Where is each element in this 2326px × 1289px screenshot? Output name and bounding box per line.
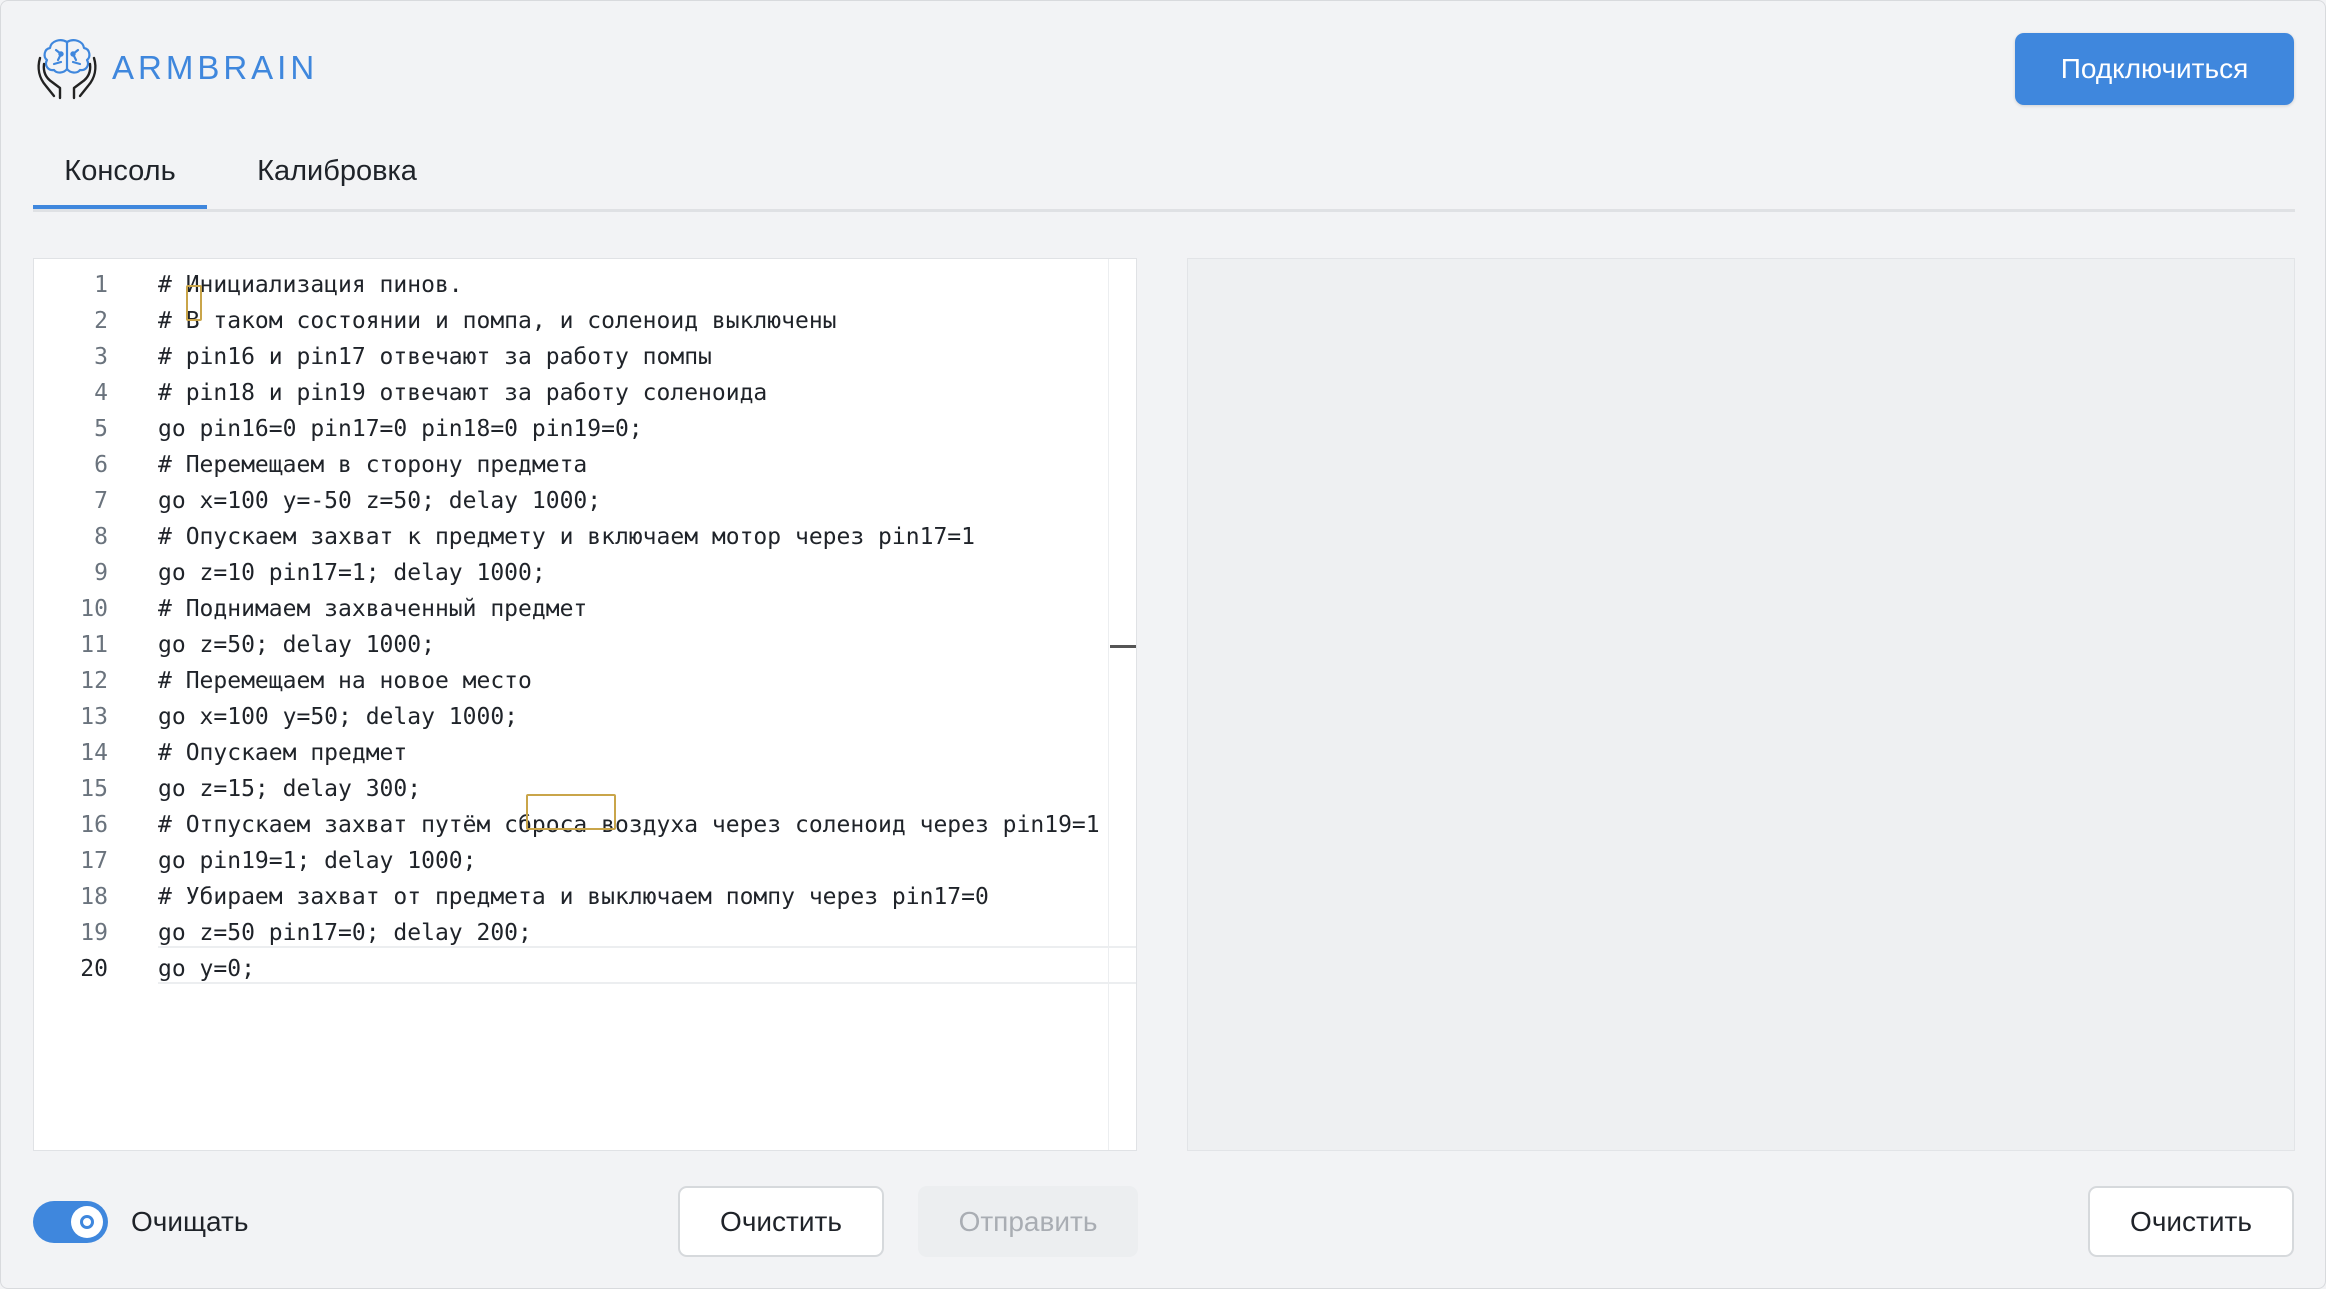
code-line[interactable]: 20 go y=0; [34, 951, 1110, 987]
tab-bar: Консоль Калибровка [33, 145, 2295, 212]
brain-hands-icon [37, 39, 97, 100]
line-number: 18 [80, 884, 108, 910]
line-number: 1 [94, 272, 108, 298]
clear-toggle-label: Очищать [131, 1206, 249, 1237]
code-line[interactable]: 12 # Перемещаем на новое место [34, 663, 1110, 699]
clear-output-button[interactable]: Очистить [2088, 1186, 2294, 1257]
line-text: go y=0; [158, 956, 255, 982]
line-number: 13 [80, 704, 108, 730]
line-number: 19 [80, 920, 108, 946]
line-number: 15 [80, 776, 108, 802]
line-number: 5 [94, 416, 108, 442]
line-text: go pin16=0 pin17=0 pin18=0 pin19=0; [158, 416, 643, 442]
line-text: # Поднимаем захваченный предмет [158, 596, 588, 622]
line-number: 4 [94, 380, 108, 406]
clear-toggle[interactable] [33, 1201, 108, 1243]
line-number: 3 [94, 344, 108, 370]
line-text: go pin19=1; delay 1000; [158, 848, 477, 874]
logo: ARMBRAIN [34, 34, 318, 102]
cursor-match-highlight [186, 285, 202, 321]
line-text: # В таком состоянии и помпа, и соленоид … [158, 308, 837, 334]
code-line[interactable]: 7 go x=100 y=-50 z=50; delay 1000; [34, 483, 1110, 519]
line-number: 17 [80, 848, 108, 874]
line-text: # Инициализация пинов. [158, 272, 463, 298]
line-text: # Перемещаем в сторону предмета [158, 452, 588, 478]
line-text: # Отпускаем захват путём сброса воздуха … [158, 812, 1100, 838]
connect-button[interactable]: Подключиться [2015, 33, 2294, 105]
line-text: # Убираем захват от предмета и выключаем… [158, 884, 989, 910]
line-number: 6 [94, 452, 108, 478]
line-text: go x=100 y=50; delay 1000; [158, 704, 519, 730]
toggle-knob [71, 1206, 103, 1238]
send-button[interactable]: Отправить [918, 1186, 1138, 1257]
line-number: 11 [80, 632, 108, 658]
code-line[interactable]: 9 go z=10 pin17=1; delay 1000; [34, 555, 1110, 591]
code-line[interactable]: 18 # Убираем захват от предмета и выключа… [34, 879, 1110, 915]
code-line[interactable]: 19 go z=50 pin17=0; delay 200; [34, 915, 1110, 951]
code-line[interactable]: 8 # Опускаем захват к предмету и включаем… [34, 519, 1110, 555]
line-text: # pin18 и pin19 отвечают за работу солен… [158, 380, 768, 406]
line-text: # pin16 и pin17 отвечают за работу помпы [158, 344, 712, 370]
line-text: go x=100 y=-50 z=50; delay 1000; [158, 488, 602, 514]
code-editor[interactable]: 1 # Инициализация пинов. 2 # В таком состоя… [33, 258, 1137, 1151]
line-text: # Опускаем захват к предмету и включаем … [158, 524, 975, 550]
clear-button[interactable]: Очистить [678, 1186, 884, 1257]
brand-name: ARMBRAIN [112, 49, 319, 86]
line-text: go z=50; delay 1000; [158, 632, 435, 658]
line-number: 8 [94, 524, 108, 550]
line-text: go z=15; delay 300; [158, 776, 422, 802]
tab-console[interactable]: Консоль [33, 145, 207, 209]
code-line[interactable]: 10 # Поднимаем захваченный предмет [34, 591, 1110, 627]
line-number: 10 [80, 596, 108, 622]
line-number: 20 [80, 956, 108, 982]
code-line[interactable]: 13 go x=100 y=50; delay 1000; [34, 699, 1110, 735]
code-line[interactable]: 14 # Опускаем предмет [34, 735, 1110, 771]
line-number: 14 [80, 740, 108, 766]
line-text: # Опускаем предмет [158, 740, 408, 766]
line-number: 12 [80, 668, 108, 694]
line-text: go z=50 pin17=0; delay 200; [158, 920, 532, 946]
code-line[interactable]: 17 go pin19=1; delay 1000; [34, 843, 1110, 879]
line-text: go z=10 pin17=1; delay 1000; [158, 560, 546, 586]
word-match-highlight [526, 794, 616, 830]
code-line[interactable]: 6 # Перемещаем в сторону предмета [34, 447, 1110, 483]
scrollbar-marker [1110, 645, 1136, 648]
line-number: 16 [80, 812, 108, 838]
line-number: 7 [94, 488, 108, 514]
code-line[interactable]: 4 # pin18 и pin19 отвечают за работу соле… [34, 375, 1110, 411]
line-number: 2 [94, 308, 108, 334]
line-number: 9 [94, 560, 108, 586]
tab-calibration[interactable]: Калибровка [228, 145, 446, 206]
output-panel [1187, 258, 2295, 1151]
code-line[interactable]: 3 # pin16 и pin17 отвечают за работу помп… [34, 339, 1110, 375]
code-line[interactable]: 11 go z=50; delay 1000; [34, 627, 1110, 663]
editor-scrollbar[interactable] [1108, 259, 1109, 1150]
line-text: # Перемещаем на новое место [158, 668, 532, 694]
code-line[interactable]: 5 go pin16=0 pin17=0 pin18=0 pin19=0; [34, 411, 1110, 447]
